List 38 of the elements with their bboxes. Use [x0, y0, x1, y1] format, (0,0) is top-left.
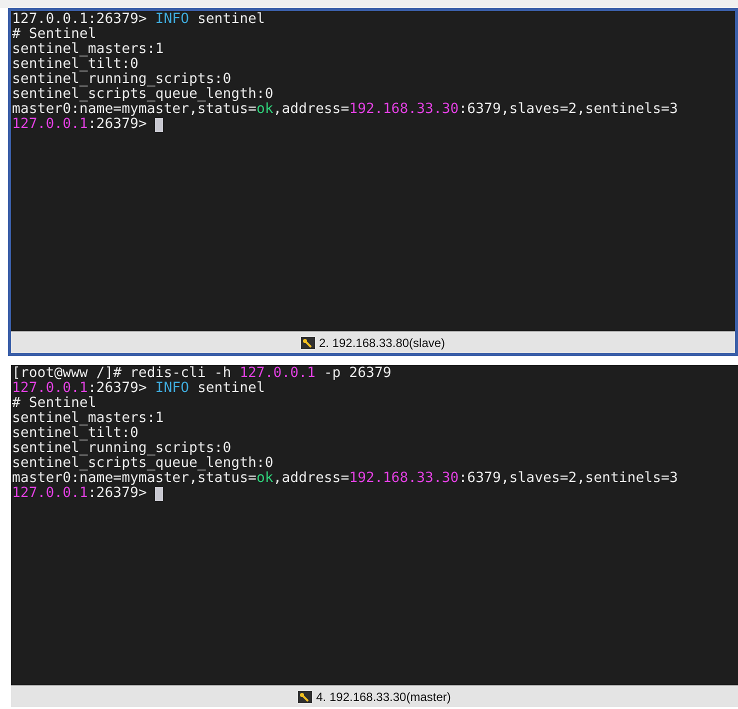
- terminal-text: :26379>: [88, 117, 148, 132]
- terminal-text: 127.0.0.1: [240, 366, 316, 381]
- terminal-text: :26379>: [88, 486, 148, 501]
- terminal-text: :26379>: [88, 381, 148, 396]
- pane-title: 2. 192.168.33.80(slave): [318, 334, 446, 352]
- terminal-text: ,address=: [273, 102, 350, 117]
- terminal-text: :6379,slaves=2,sentinels=3: [458, 471, 678, 486]
- key-icon: [300, 336, 315, 348]
- terminal-text: sentinel_tilt:0: [12, 426, 138, 441]
- terminal-text: sentinel: [196, 12, 265, 27]
- terminal-text: sentinel_running_scripts:0: [12, 441, 232, 456]
- terminal-text: INFO: [155, 12, 190, 27]
- terminal-text: # Sentinel: [12, 396, 96, 411]
- terminal-text: sentinel_running_scripts:0: [12, 72, 232, 87]
- terminal-text: sentinel_scripts_queue_length:0: [12, 456, 274, 471]
- key-icon: [298, 690, 312, 702]
- terminal-text: master0:name=mymaster,status=: [12, 471, 256, 486]
- terminal-text: INFO: [155, 381, 190, 396]
- terminal-text: ok: [256, 471, 274, 486]
- terminal-text: [root@www /]# redis-cli -h: [12, 366, 232, 381]
- terminal-text: 127.0.0.1: [12, 117, 88, 132]
- terminal-text: sentinel_tilt:0: [12, 57, 138, 72]
- terminal-text: master0:name=mymaster,status=: [12, 102, 256, 117]
- terminal-text: sentinel: [196, 381, 265, 396]
- terminal-text: sentinel_scripts_queue_length:0: [12, 87, 274, 102]
- terminal-text: 192.168.33.30: [349, 471, 459, 486]
- terminal-text: sentinel_masters:1: [12, 42, 164, 57]
- terminal-text: 127.0.0.1: [12, 486, 88, 501]
- terminal-text: :6379,slaves=2,sentinels=3: [458, 102, 678, 117]
- terminal-text: 127.0.0.1:26379>: [12, 12, 148, 27]
- terminal-text: ,address=: [273, 471, 350, 486]
- terminal-text: ok: [256, 102, 274, 117]
- terminal-text: 127.0.0.1: [12, 381, 88, 396]
- terminal-text: -p 26379: [322, 366, 392, 381]
- pane-title: 4. 192.168.33.30(master): [316, 688, 451, 706]
- terminal-text: 192.168.33.30: [349, 102, 459, 117]
- terminal-text: # Sentinel: [12, 27, 96, 42]
- terminal-text: sentinel_masters:1: [12, 411, 164, 426]
